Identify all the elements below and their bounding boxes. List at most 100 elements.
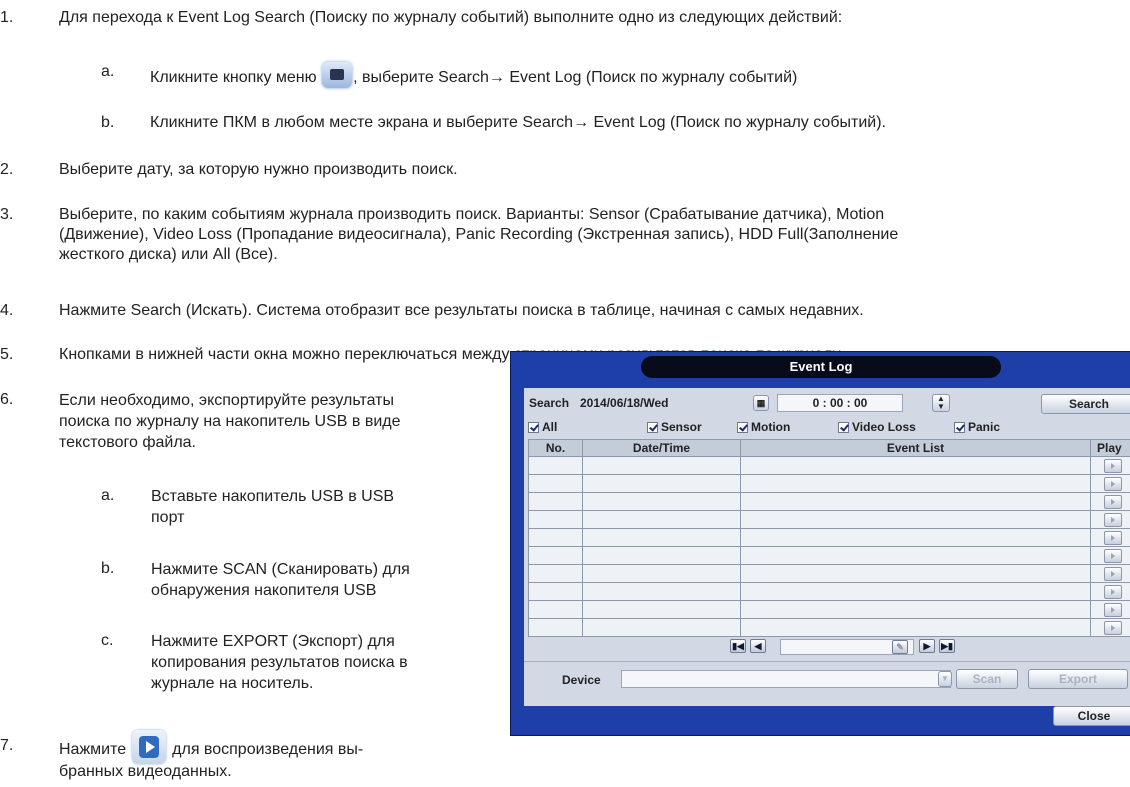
table-body (528, 456, 1130, 637)
first-page-button[interactable]: ▮◀ (730, 639, 746, 653)
table-cell (740, 600, 1091, 619)
divider (524, 661, 1130, 662)
export-button[interactable]: Export (1028, 669, 1128, 689)
substep-number: a. (101, 63, 115, 80)
row-play-icon[interactable] (1104, 512, 1122, 527)
checkbox-checked-icon (528, 422, 539, 433)
table-cell (528, 456, 583, 475)
table-cell (528, 474, 583, 493)
table-row (528, 582, 1130, 601)
column-header: Date/Time (582, 439, 741, 457)
step-text-line: поиска по журналу на накопитель USB в ви… (59, 413, 401, 430)
substep-number: b. (101, 114, 115, 131)
column-header: No. (528, 439, 583, 457)
table-cell (582, 546, 741, 565)
checkbox-all[interactable]: All (528, 419, 557, 435)
scan-button[interactable]: Scan (956, 669, 1018, 689)
step-number: 4. (0, 302, 14, 319)
checkbox-sensor[interactable]: Sensor (647, 419, 702, 435)
table-cell (740, 456, 1091, 475)
device-select[interactable] (621, 670, 951, 688)
menu-button-icon (322, 62, 353, 88)
substep-text-line: копирования результатов поиска в (151, 654, 408, 671)
search-label: Search (529, 396, 570, 410)
step-text: Нажмите Search (Искать). Система отобраз… (59, 302, 864, 319)
dialog-panel: Search 2014/06/18/Wed ▦ 0 : 00 : 00 ▲ ▼ S… (524, 388, 1130, 706)
substep-text-continued: , выберите Search→ Event Log (Поиск по ж… (353, 69, 798, 86)
substep-text-line: журнале на носитель. (151, 675, 314, 692)
table-cell (1090, 528, 1130, 547)
table-cell (740, 474, 1091, 493)
table-row (528, 600, 1130, 619)
table-cell (740, 546, 1091, 565)
table-cell (582, 618, 741, 637)
table-cell (1090, 492, 1130, 511)
step-number: 5. (0, 346, 14, 363)
device-dropdown-icon[interactable]: ▼ (938, 671, 952, 687)
device-label: Device (562, 673, 601, 687)
table-cell (528, 582, 583, 601)
previous-page-button[interactable]: ◀ (750, 639, 766, 653)
step-number: 1. (0, 9, 14, 26)
table-cell (1090, 510, 1130, 529)
substep-text-line: обнаружения накопителя USB (151, 582, 377, 599)
column-header: Event List (740, 439, 1091, 457)
step-text-line: Если необходимо, экспортируйте результат… (59, 392, 394, 409)
checkbox-label: Panic (968, 420, 1001, 434)
step-number: 3. (0, 206, 14, 223)
dialog-title: Event Log (641, 356, 1001, 378)
row-play-icon[interactable] (1104, 602, 1122, 617)
search-button[interactable]: Search (1041, 394, 1130, 414)
table-cell (1090, 546, 1130, 565)
table-cell (582, 528, 741, 547)
close-button[interactable]: Close (1053, 706, 1130, 726)
checkbox-label: Video Loss (852, 420, 916, 434)
substep-number: a. (101, 487, 115, 504)
row-play-icon[interactable] (1104, 584, 1122, 599)
table-row (528, 618, 1130, 637)
next-page-button[interactable]: ▶ (919, 639, 935, 653)
time-stepper-icon[interactable]: ▲ ▼ (932, 394, 950, 412)
substep-text-line: Нажмите SCAN (Сканировать) для (151, 561, 410, 578)
checkbox-motion[interactable]: Motion (737, 419, 790, 435)
row-play-icon[interactable] (1104, 620, 1122, 635)
time-field[interactable]: 0 : 00 : 00 (777, 394, 903, 412)
row-play-icon[interactable] (1104, 458, 1122, 473)
table-cell (582, 474, 741, 493)
row-play-icon[interactable] (1104, 494, 1122, 509)
table-cell (582, 510, 741, 529)
calendar-icon[interactable]: ▦ (753, 395, 769, 411)
table-header-row: No. Date/Time Event List Play (528, 439, 1130, 457)
step-text: Нажмите (59, 741, 127, 758)
checkbox-label: Motion (751, 420, 791, 434)
table-cell (528, 600, 583, 619)
date-field[interactable]: 2014/06/18/Wed (577, 394, 755, 412)
checkbox-panic[interactable]: Panic (954, 419, 1000, 435)
event-log-table: No. Date/Time Event List Play (528, 439, 1130, 637)
table-cell (1090, 600, 1130, 619)
table-cell (582, 564, 741, 583)
table-cell (1090, 474, 1130, 493)
edit-page-icon[interactable]: ✎ (892, 640, 908, 654)
checkbox-video-loss[interactable]: Video Loss (838, 419, 916, 435)
table-cell (528, 564, 583, 583)
checkbox-checked-icon (647, 422, 658, 433)
row-play-icon[interactable] (1104, 476, 1122, 491)
table-row (528, 474, 1130, 493)
checkbox-checked-icon (954, 422, 965, 433)
table-cell (528, 528, 583, 547)
step-text-line: текстового файла. (59, 434, 196, 451)
table-cell (1090, 456, 1130, 475)
row-play-icon[interactable] (1104, 530, 1122, 545)
table-cell (582, 492, 741, 511)
row-play-icon[interactable] (1104, 548, 1122, 563)
last-page-button[interactable]: ▶▮ (939, 639, 955, 653)
table-cell (582, 600, 741, 619)
row-play-icon[interactable] (1104, 566, 1122, 581)
table-cell (740, 564, 1091, 583)
table-row (528, 456, 1130, 475)
table-cell (582, 582, 741, 601)
table-cell (1090, 618, 1130, 637)
search-row: Search 2014/06/18/Wed ▦ 0 : 00 : 00 ▲ ▼ S… (524, 394, 1130, 414)
table-cell (740, 582, 1091, 601)
